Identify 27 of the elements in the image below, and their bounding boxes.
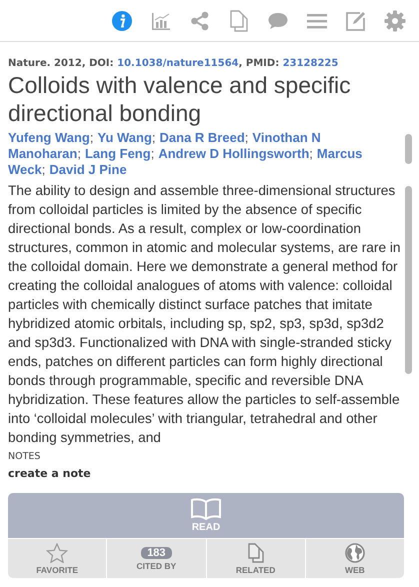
notes-heading: NOTES	[8, 451, 42, 462]
scrollbar[interactable]	[405, 134, 412, 164]
share-icon	[190, 10, 210, 30]
comment-icon	[266, 10, 288, 30]
author-list: Yufeng Wang; Yu Wang; Dana R Breed; Vinothan N Manoharan; Lang Feng; Andrew D Hollingsworth; Marcus Weck; David J Pine	[8, 130, 402, 178]
create-note-link[interactable]: create a note	[8, 467, 91, 480]
citation-count-badge: 183	[141, 546, 172, 558]
doi-link[interactable]: 10.1038/nature11564	[117, 58, 239, 69]
pmid-link[interactable]: 23128225	[282, 58, 338, 69]
cited-button[interactable]: 183 CITED BY	[107, 539, 206, 578]
globe-icon	[344, 542, 365, 562]
favorite-button[interactable]: FAVORITE	[8, 539, 106, 578]
documents-icon	[248, 542, 264, 562]
documents-icon	[228, 10, 248, 32]
book-icon	[190, 498, 222, 520]
article-title: Colloids with valence and specific directional bonding	[8, 71, 352, 127]
web-button[interactable]: WEB	[306, 539, 404, 578]
star-icon	[46, 542, 68, 562]
abstract-text: The ability to design and assemble three-dimensional structures from colloidal particles is limited by the absence of specific directional bonds. As a result, complex or low-coordination structures, common in atomic and molecular systems, are rare in the colloidal domain. Here we demonstrate a general method for creating the colloidal analogues of atoms with valence: colloidal particles with chemically distinct surface patches that imitate hybridized atomic orbitals, including sp, sp2, sp3, sp3d, sp3d2 and sp3d3. Functionalized with DNA with single-stranded sticky ends, patches on different particles can form highly directional bonds through programmable, specific and reversible DNA hybridization. These features allow the particles to self-assemble into ‘colloidal molecules’ with triangular, tetrahedral and other bonding symmetries, and	[8, 182, 402, 447]
scrollbar[interactable]	[405, 186, 412, 374]
info-icon	[110, 10, 132, 32]
citation-line: Nature. 2012, DOI: 10.1038/nature11564, PMID: 23128225	[8, 58, 340, 69]
menu-icon	[306, 12, 326, 30]
edit-icon	[344, 10, 366, 32]
read-button[interactable]: READ	[8, 493, 404, 538]
related-button[interactable]: RELATED	[206, 539, 305, 578]
chart-icon	[150, 10, 170, 30]
